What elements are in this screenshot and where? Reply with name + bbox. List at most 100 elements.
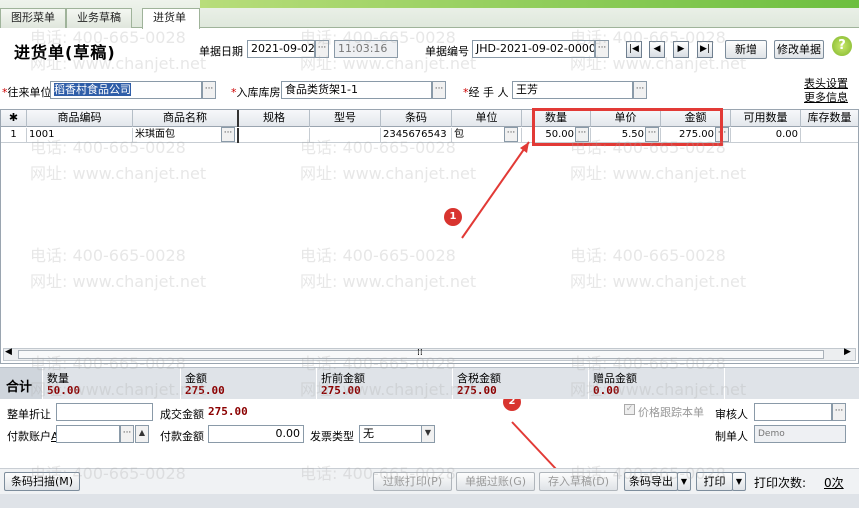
auditor-picker-button[interactable]: ··· [832,403,846,421]
scrollbar-thumb[interactable]: ⁞⁞ [18,348,824,359]
total-pre-discount: 折前金额 275.00 [317,368,453,399]
grid-header: ✱ 商品编码 商品名称 规格 型号 条码 单位 数量 单价 金额 可用数量 库存… [1,110,858,127]
price-track-label: 价格跟踪本单 [638,406,704,419]
total-value: 275.00 [321,384,361,397]
totals-bar: 合计 数量 50.00 金额 275.00 折前金额 275.00 含税金额 275.0… [0,367,859,399]
discount-field[interactable] [56,403,153,421]
supplier-value: 稻香村食品公司 [54,83,131,96]
column-header[interactable]: 条码 [381,110,452,127]
save-draft-button[interactable]: 存入草稿(D) [539,472,618,491]
handler-field[interactable]: 王芳 [512,81,633,99]
pay-account-picker-button[interactable]: ··· [120,425,134,443]
total-amount: 金额 275.00 [181,368,317,399]
tab-label: 图形菜单 [11,11,55,24]
tab-purchase-order[interactable]: 进货单 [142,8,200,29]
annotation-highlight-box [532,108,723,146]
tab-label: 业务草稿 [77,11,121,24]
barcode-scan-button[interactable]: 条码扫描(M) [4,472,80,491]
row-number: 1 [1,128,27,143]
supplier-label: *往来单位 [2,86,52,99]
top-decoration [200,0,859,8]
total-tax-included: 含税金额 275.00 [453,368,589,399]
column-header[interactable]: 可用数量 [731,110,801,127]
total-gift: 赠品金额 0.00 [589,368,725,399]
last-record-button[interactable]: ▶| [697,41,713,58]
column-header[interactable]: 库存数量 [801,110,858,127]
name-picker-button[interactable]: ··· [221,127,235,142]
total-value: 275.00 [457,384,497,397]
date-picker-button[interactable]: ··· [315,40,329,58]
cell-code[interactable]: 1001 [27,128,133,143]
status-strip [0,494,859,508]
post-button[interactable]: 单据过账(G) [456,472,535,491]
print-dropdown-icon[interactable]: ▼ [732,472,746,491]
docno-label: 单据编号 [425,45,469,58]
discount-label: 整单折让 [7,408,51,421]
edit-button[interactable]: 修改单据 [774,40,824,59]
page-title: 进货单(草稿) [14,43,116,62]
invoice-dropdown-icon[interactable]: ▼ [421,425,435,443]
print-count-label: 打印次数: [754,476,807,490]
post-print-button[interactable]: 过账打印(P) [373,472,452,491]
total-value: 50.00 [47,384,81,397]
cell-name-text: 米琪面包 [135,129,175,140]
deal-amount-value: 275.00 [208,405,248,418]
item-grid: ✱ 商品编码 商品名称 规格 型号 条码 单位 数量 单价 金额 可用数量 库存… [0,109,859,364]
cell-barcode[interactable]: 2345676543 [381,128,452,143]
print-count-value[interactable]: 0次 [824,474,844,491]
invoice-label: 发票类型 [310,430,354,443]
prev-record-button[interactable]: ◀ [649,41,665,58]
supplier-field[interactable]: 稻香村食品公司 [50,81,202,99]
cell-model[interactable] [310,128,381,143]
price-track-checkbox[interactable]: ✓ [624,404,635,415]
pay-amount-field[interactable]: 0.00 [208,425,304,443]
new-button[interactable]: 新增 [725,40,767,59]
auditor-label: 审核人 [715,408,748,421]
column-header[interactable]: 型号 [310,110,381,127]
column-header[interactable]: 规格 [239,110,310,127]
horizontal-scrollbar[interactable]: ◀ ⁞⁞ ▶ [3,347,856,361]
help-icon[interactable]: ? [832,36,852,56]
scroll-left-icon[interactable]: ◀ [5,347,12,357]
pay-account-up-icon[interactable]: ▲ [135,425,149,443]
pay-account-label: 付款账户A [7,430,59,443]
deal-amount-label: 成交金额 [160,408,204,421]
cell-unit[interactable]: 包 ··· [452,127,522,143]
cell-available[interactable]: 0.00 [731,128,801,143]
tab-graphic-menu[interactable]: 图形菜单 [0,8,66,28]
total-qty: 数量 50.00 [43,368,181,399]
cell-spec[interactable] [239,128,310,143]
totals-label: 合计 [6,380,33,395]
docno-picker-button[interactable]: ··· [595,40,609,58]
unit-picker-button[interactable]: ··· [504,127,518,142]
cell-name[interactable]: 米琪面包 ··· [133,127,239,143]
more-info-link[interactable]: 更多信息 [804,89,848,105]
warehouse-picker-button[interactable]: ··· [432,81,446,99]
print-button[interactable]: 打印 [696,472,733,491]
warehouse-field[interactable]: 食品类货架1-1 [281,81,432,99]
invoice-select[interactable]: 无 [359,425,423,443]
docno-field[interactable]: JHD-2021-09-02-00001 [472,40,595,58]
date-field[interactable]: 2021-09-02 [247,40,315,58]
date-label: 单据日期 [199,45,243,58]
column-header[interactable]: 商品编码 [27,110,133,127]
cell-stock[interactable] [801,128,858,143]
warehouse-label: *入库库房 [231,86,281,99]
handler-picker-button[interactable]: ··· [633,81,647,99]
column-header[interactable]: 商品名称 [133,110,239,127]
auditor-field[interactable] [754,403,832,421]
first-record-button[interactable]: |◀ [626,41,642,58]
first-icon: |◀ [629,44,639,54]
pay-account-field[interactable] [56,425,120,443]
scroll-right-icon[interactable]: ▶ [844,347,851,357]
cell-unit-text: 包 [454,129,464,140]
tab-business-draft[interactable]: 业务草稿 [66,8,132,28]
supplier-picker-button[interactable]: ··· [202,81,216,99]
next-record-button[interactable]: ▶ [673,41,689,58]
maker-field: Demo [754,425,846,443]
next-icon: ▶ [677,44,685,54]
barcode-export-button[interactable]: 条码导出 [624,472,678,491]
time-field: 11:03:16 [334,40,398,58]
column-header[interactable]: 单位 [452,110,522,127]
barcode-export-dropdown-icon[interactable]: ▼ [677,472,691,491]
